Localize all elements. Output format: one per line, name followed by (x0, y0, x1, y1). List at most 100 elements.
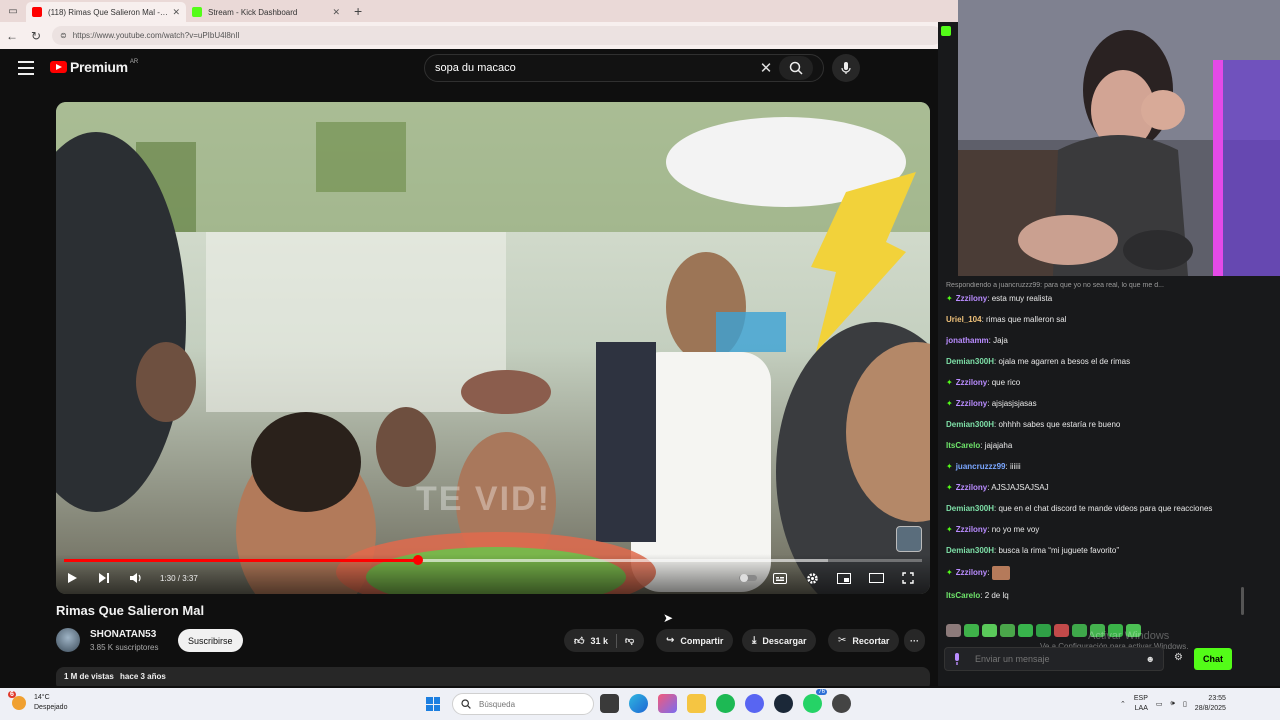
video-player[interactable]: TE VID! 1:30 / 3:37 (56, 102, 930, 594)
chat-username[interactable]: ItsCarelo (946, 441, 980, 450)
dislike-icon[interactable]: 👎︎ (625, 635, 634, 646)
search-button[interactable] (779, 56, 813, 80)
tab-youtube[interactable]: (118) Rimas Que Salieron Mal - YouTube ✕ (26, 2, 186, 22)
clear-search-icon[interactable]: ✕ (753, 59, 779, 77)
chat-text: jajajaha (984, 441, 1013, 450)
settings-button[interactable] (796, 566, 828, 590)
voice-search-button[interactable] (832, 54, 860, 82)
search-box: ✕ (424, 54, 824, 82)
spotify-icon[interactable] (716, 694, 735, 713)
volume-button[interactable] (120, 566, 152, 590)
reload-icon[interactable]: ↻ (24, 29, 48, 43)
tab-kick[interactable]: Stream - Kick Dashboard ✕ (186, 2, 346, 22)
speaker-icon[interactable]: 🕪︎ (1171, 700, 1175, 708)
channel-avatar[interactable] (56, 628, 80, 652)
chat-username[interactable]: Zzzilony (956, 568, 988, 577)
chat-text: rimas que malleron sal (986, 315, 1067, 324)
taskbar-search-input[interactable] (479, 699, 559, 709)
emote-icon[interactable] (964, 624, 979, 637)
file-explorer-icon[interactable] (687, 694, 706, 713)
emote-icon[interactable] (1036, 624, 1051, 637)
chat-username[interactable]: juancruzzz99 (956, 462, 1006, 471)
whatsapp-icon[interactable]: 76 (803, 689, 827, 713)
weather-temp: 14°C (34, 694, 50, 701)
new-tab-icon[interactable]: + (346, 3, 370, 19)
chat-text: que rico (991, 378, 1021, 387)
chat-username[interactable]: Zzzilony (956, 294, 988, 303)
language-indicator[interactable]: ESP LAA (1134, 694, 1148, 714)
tab-actions-icon[interactable]: ▭ (0, 0, 26, 22)
network-icon[interactable]: ▭ (1156, 700, 1163, 708)
discord-icon[interactable] (745, 694, 764, 713)
chat-username[interactable]: jonathamm (946, 336, 989, 345)
emoji-icon[interactable]: ☻ (1146, 654, 1155, 664)
back-icon[interactable]: ← (0, 29, 24, 43)
emote-icon[interactable] (1018, 624, 1033, 637)
channel-name[interactable]: SHONATAN53 (90, 629, 156, 640)
channel-watermark-icon[interactable] (896, 526, 922, 552)
emote-icon[interactable] (1054, 624, 1069, 637)
miniplayer-button[interactable] (828, 566, 860, 590)
next-button[interactable] (88, 566, 120, 590)
chat-username[interactable]: Zzzilony (956, 483, 988, 492)
copilot-icon[interactable] (658, 694, 677, 713)
autoplay-toggle[interactable] (732, 566, 764, 590)
start-button-icon[interactable] (426, 697, 440, 711)
subscriber-badge-icon: ✦ (946, 525, 953, 534)
chat-username[interactable]: Zzzilony (956, 399, 988, 408)
chat-text: ohhhh sabes que estaría re bueno (998, 420, 1121, 429)
site-info-icon[interactable]: ⊜ (60, 31, 67, 40)
chat-username[interactable]: Demian300H (946, 420, 994, 429)
url-bar[interactable]: ⊜ https://www.youtube.com/watch?v=uPIbU4… (52, 26, 942, 45)
weather-widget[interactable]: 6 14°C Despejado (8, 691, 67, 713)
clock[interactable]: 23:55 28/8/2025 (1195, 694, 1226, 714)
scrubber-handle[interactable] (413, 555, 424, 565)
emote-icon[interactable] (946, 624, 961, 637)
download-button[interactable]: ⤓ Descargar (742, 629, 817, 652)
time-display: 1:30 / 3:37 (160, 573, 198, 583)
chat-username[interactable]: Demian300H (946, 504, 994, 513)
like-count[interactable]: 31 k (590, 636, 608, 646)
microphone-icon[interactable] (953, 653, 961, 665)
fullscreen-icon (902, 572, 914, 584)
emote-icon[interactable] (1072, 624, 1087, 637)
obs-icon[interactable] (832, 694, 851, 713)
edge-browser-icon[interactable] (629, 694, 648, 713)
close-tab-icon[interactable]: ✕ (332, 7, 340, 18)
description-box[interactable]: 1 M de vistas hace 3 años (56, 667, 930, 686)
chat-username[interactable]: Uriel_104 (946, 315, 982, 324)
chat-username[interactable]: Demian300H (946, 546, 994, 555)
chat-message: ✦ Zzzilony: no yo me voy (946, 525, 1040, 534)
chat-username[interactable]: ItsCarelo (946, 591, 980, 600)
task-view-icon[interactable] (600, 694, 619, 713)
youtube-logo[interactable]: Premium AR (50, 59, 138, 75)
subtitles-button[interactable] (764, 566, 796, 590)
menu-icon[interactable] (18, 61, 34, 75)
clip-button[interactable]: ✂ Recortar (828, 629, 900, 652)
subscribe-button[interactable]: Suscribirse (178, 629, 243, 652)
taskbar-search[interactable] (452, 693, 594, 715)
emote-icon[interactable] (1000, 624, 1015, 637)
chat-username[interactable]: Zzzilony (956, 378, 988, 387)
search-input[interactable] (435, 62, 753, 74)
emote-icon[interactable] (982, 624, 997, 637)
progress-bar[interactable] (64, 555, 922, 565)
chat-message-input[interactable] (975, 654, 1146, 664)
chat-settings-icon[interactable]: ⚙ (1174, 652, 1183, 663)
chat-username[interactable]: Zzzilony (956, 525, 988, 534)
tray-chevron-icon[interactable]: ⌃ (1120, 700, 1126, 708)
share-label: Compartir (680, 635, 724, 646)
whatsapp-count: 76 (816, 689, 827, 695)
fullscreen-button[interactable] (892, 566, 924, 590)
play-button[interactable] (56, 566, 88, 590)
chat-username[interactable]: Demian300H (946, 357, 994, 366)
like-icon[interactable]: 👍︎ (574, 635, 584, 647)
share-button[interactable]: ↪ Compartir (656, 629, 734, 652)
steam-icon[interactable] (774, 694, 793, 713)
theater-mode-button[interactable] (860, 566, 892, 590)
send-chat-button[interactable]: Chat (1194, 648, 1232, 670)
close-tab-icon[interactable]: ✕ (172, 7, 180, 18)
battery-icon[interactable]: ▯ (1183, 700, 1187, 708)
chat-scrollbar[interactable] (1241, 587, 1244, 615)
more-actions-button[interactable]: ··· (904, 629, 925, 652)
